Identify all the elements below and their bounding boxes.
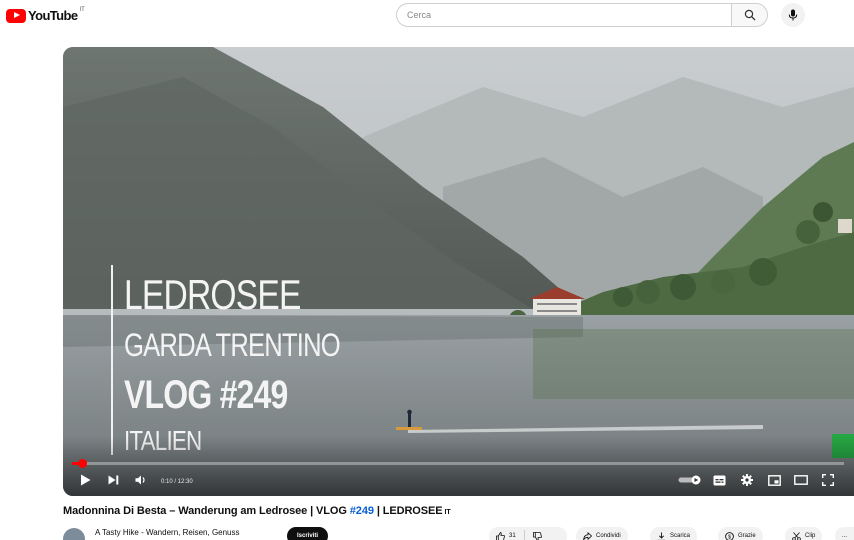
miniplayer-icon	[767, 474, 781, 486]
fullscreen-button[interactable]	[820, 472, 836, 488]
dislike-button[interactable]	[532, 531, 542, 540]
channel-avatar[interactable]	[63, 528, 85, 540]
title-overlay-divider	[111, 265, 113, 455]
youtube-logo[interactable]: YouTube IT	[6, 6, 85, 23]
logo-text: YouTube	[28, 8, 78, 23]
video-title-suffix: IT	[444, 509, 451, 516]
volume-button[interactable]	[133, 472, 149, 488]
share-label: Condividi	[596, 533, 621, 539]
like-divider	[523, 530, 525, 540]
like-count: 31	[509, 533, 516, 539]
video-title-text: Madonnina Di Besta – Wanderung am Ledros…	[63, 505, 350, 517]
subtitles-icon	[713, 475, 725, 485]
more-icon: ...	[841, 533, 847, 539]
search-button[interactable]	[731, 3, 768, 27]
theater-icon	[794, 475, 808, 485]
video-title: Madonnina Di Besta – Wanderung am Ledros…	[63, 505, 451, 517]
play-icon	[80, 474, 90, 486]
autoplay-toggle-icon	[678, 475, 701, 485]
settings-button[interactable]	[739, 472, 755, 488]
progress-scrubber[interactable]	[78, 459, 88, 468]
play-button[interactable]	[77, 472, 93, 488]
miniplayer-button[interactable]	[766, 472, 782, 488]
youtube-logo-icon	[6, 8, 26, 23]
theater-mode-button[interactable]	[793, 472, 809, 488]
download-label: Scarica	[670, 533, 691, 539]
overlay-line-2: GARDA TRENTINO	[124, 327, 341, 363]
search-box[interactable]	[396, 3, 731, 27]
search-input[interactable]	[407, 10, 731, 20]
next-button[interactable]	[105, 472, 121, 488]
thanks-label: Grazie	[738, 533, 756, 539]
channel-row: A Tasty Hike - Wandern, Reisen, Genuss I…	[63, 526, 854, 540]
more-actions-button[interactable]: ...	[835, 527, 854, 540]
clip-label: Clip	[805, 533, 816, 539]
overlay-line-3: VLOG #249	[124, 373, 288, 417]
next-icon	[108, 475, 118, 485]
voice-search-button[interactable]	[781, 3, 805, 27]
video-title-tail: | LEDROSEE	[373, 505, 443, 517]
download-button[interactable]: Scarica	[650, 527, 698, 540]
download-icon	[657, 532, 666, 540]
progress-bar[interactable]	[72, 459, 844, 468]
share-button[interactable]: Condividi	[576, 527, 628, 540]
time-display: 0:10 / 12:30	[161, 479, 193, 485]
controls-shade	[63, 436, 854, 496]
thumbs-down-icon	[532, 531, 542, 540]
thumbs-up-icon	[496, 531, 505, 540]
settings-icon	[741, 474, 753, 486]
like-button[interactable]	[496, 531, 505, 540]
thanks-icon: $	[725, 531, 734, 540]
video-player[interactable]: LEDROSEE GARDA TRENTINO VLOG #249 ITALIE…	[63, 47, 854, 496]
channel-name[interactable]: A Tasty Hike - Wandern, Reisen, Genuss	[95, 528, 240, 537]
clip-button[interactable]: Clip	[785, 527, 823, 540]
thanks-button[interactable]: $ Grazie	[718, 527, 763, 540]
subscribe-button[interactable]: Iscriviti	[287, 527, 329, 540]
search-icon	[744, 9, 755, 21]
video-hashtag-link[interactable]: #249	[350, 505, 374, 517]
svg-text:$: $	[728, 534, 731, 540]
share-icon	[583, 531, 592, 540]
subtitles-button[interactable]	[711, 472, 727, 488]
volume-icon	[135, 475, 145, 485]
overlay-line-1: LEDROSEE	[124, 271, 301, 318]
scissors-icon	[792, 531, 801, 540]
top-bar: YouTube IT	[0, 0, 854, 30]
search-bar	[396, 3, 772, 27]
mic-icon	[788, 9, 798, 21]
like-dislike-group: 31	[489, 527, 567, 540]
logo-country-code: IT	[79, 6, 85, 13]
autoplay-toggle[interactable]	[677, 472, 703, 488]
fullscreen-icon	[822, 474, 834, 486]
